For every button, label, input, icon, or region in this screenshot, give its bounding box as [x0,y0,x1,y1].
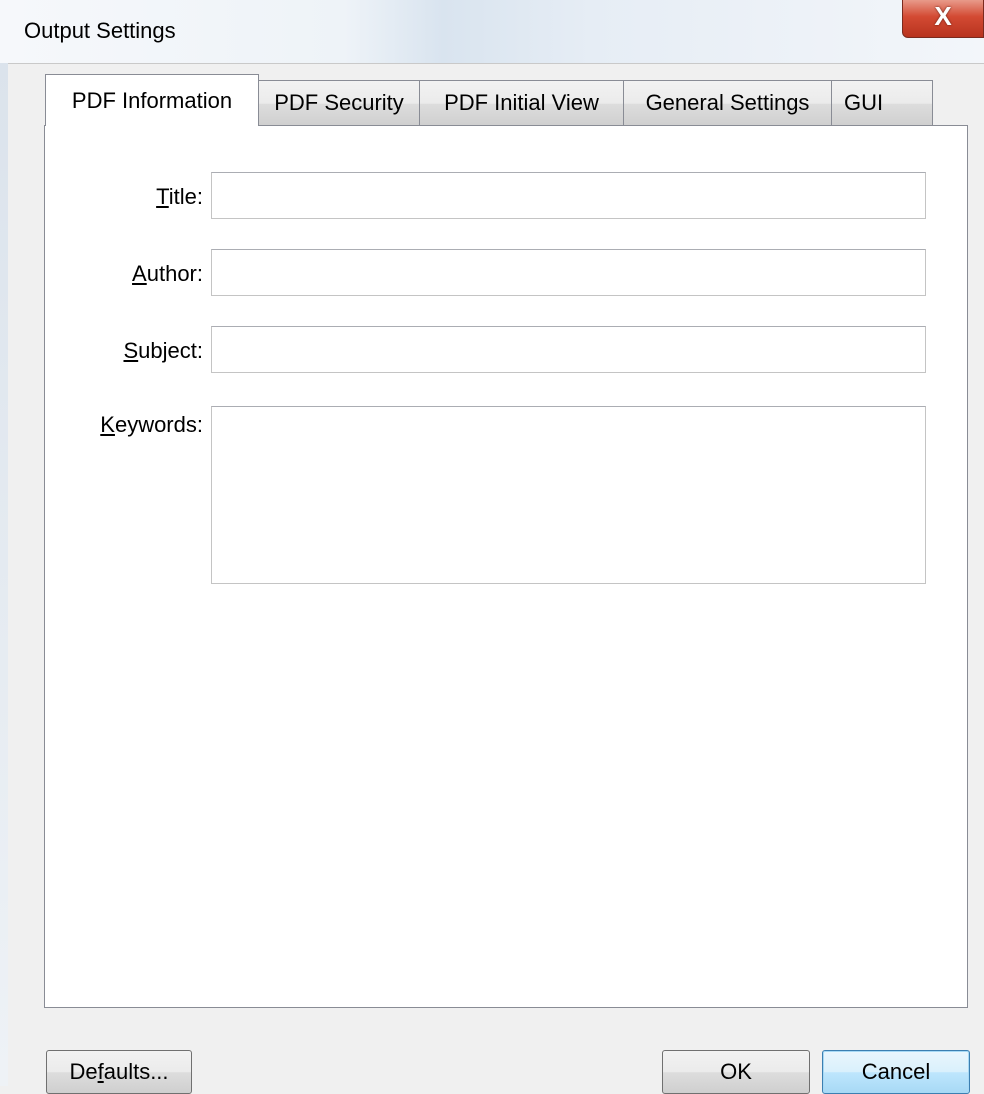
window-title: Output Settings [24,18,176,43]
title-label: Title: [156,184,203,209]
tab-pdf-security[interactable]: PDF Security [258,80,420,126]
title-input[interactable] [211,172,926,219]
close-icon: X [934,1,952,31]
tab-pdf-information[interactable]: PDF Information [45,74,259,126]
keywords-label: Keywords: [100,412,203,437]
subject-label: Subject: [123,338,203,363]
author-input[interactable] [211,249,926,296]
author-label: Author: [132,261,203,286]
defaults-button[interactable]: Defaults... [46,1050,192,1094]
client-edge [8,63,984,64]
subject-input[interactable] [211,326,926,373]
ok-button[interactable]: OK [662,1050,810,1094]
tab-gui[interactable]: GUI [831,80,933,126]
close-button[interactable]: X [902,0,984,38]
window-frame-left [0,63,8,1086]
keywords-textarea[interactable] [211,406,926,584]
tab-general-settings[interactable]: General Settings [623,80,832,126]
cancel-button[interactable]: Cancel [822,1050,970,1094]
title-bar: Output Settings X [0,0,984,63]
tab-pdf-initial-view[interactable]: PDF Initial View [419,80,624,126]
